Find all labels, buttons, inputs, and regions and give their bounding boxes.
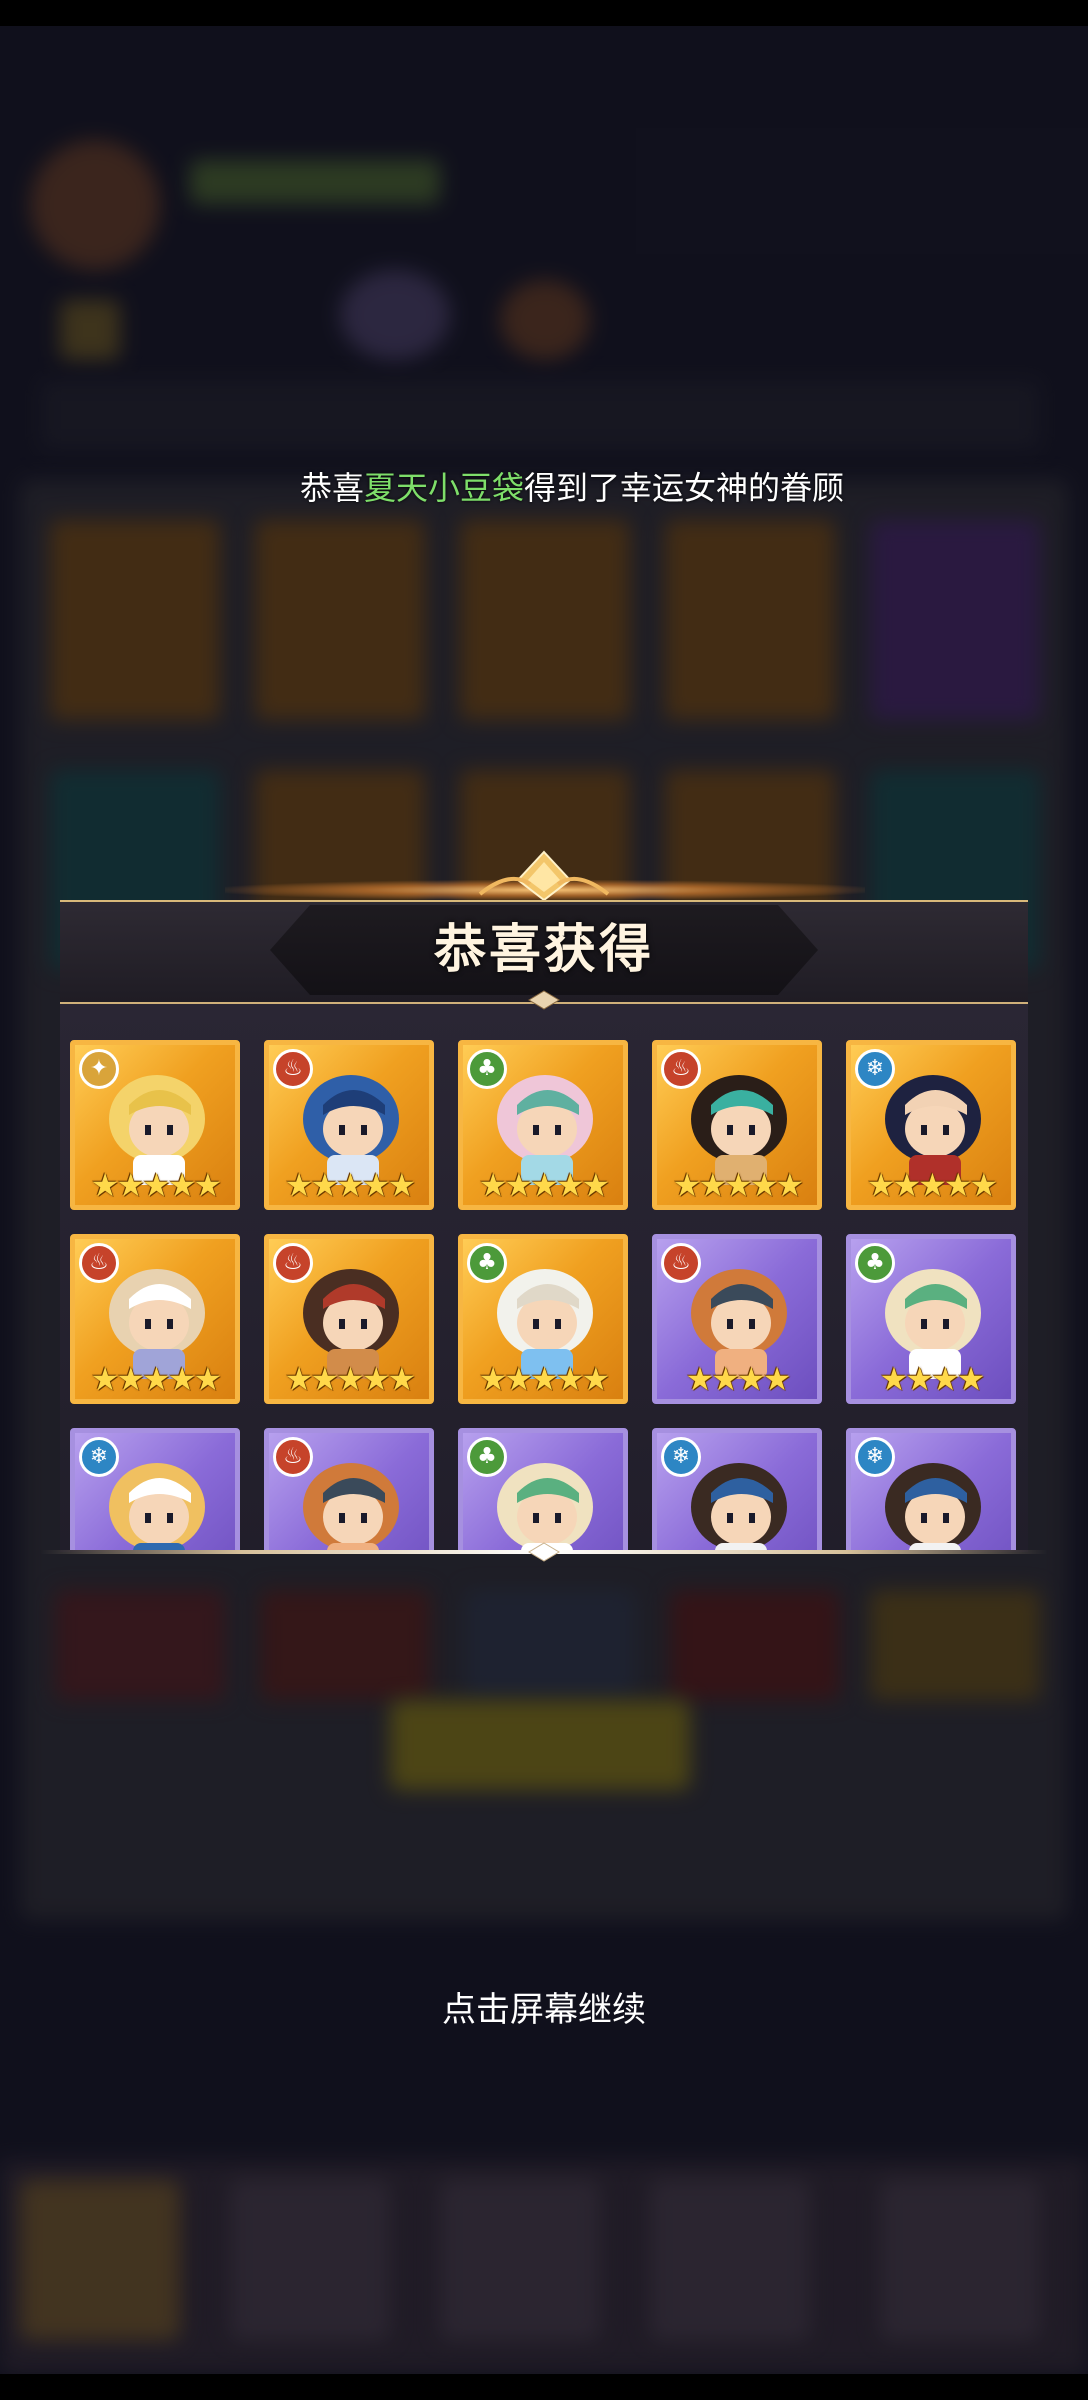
water-icon: ❄ (661, 1437, 701, 1477)
nature-icon: ♣ (467, 1243, 507, 1283)
nature-icon: ♣ (467, 1049, 507, 1089)
star-rating: ★★★★★ (284, 1360, 416, 1398)
banner-crown-ornament-icon (478, 850, 610, 902)
hero-card[interactable]: ♣ ★★★★ (846, 1234, 1016, 1404)
hero-card[interactable]: ♨ ★★★★ (652, 1234, 822, 1404)
water-icon: ❄ (79, 1437, 119, 1477)
star-rating: ★★★★ (685, 1360, 792, 1398)
fire-icon: ♨ (661, 1049, 701, 1089)
fire-icon: ♨ (273, 1243, 313, 1283)
hero-card[interactable]: ♣ (458, 1428, 628, 1550)
nature-icon: ♣ (855, 1243, 895, 1283)
star-rating: ★★★★★ (478, 1166, 610, 1204)
hero-card[interactable]: ♣ ★★★★★ (458, 1040, 628, 1210)
status-bar (0, 0, 1088, 26)
hero-card[interactable]: ❄ (652, 1428, 822, 1550)
star-rating: ★★★★★ (90, 1360, 222, 1398)
hero-card[interactable]: ♨ ★★★★★ (264, 1234, 434, 1404)
hero-card[interactable]: ♨ ★★★★★ (264, 1040, 434, 1210)
star-rating: ★★★★★ (866, 1166, 998, 1204)
water-icon: ❄ (855, 1049, 895, 1089)
reward-title: 恭喜获得 (433, 920, 654, 980)
star-rating: ★★★★★ (672, 1166, 804, 1204)
hero-card[interactable]: ♨ ★★★★★ (70, 1234, 240, 1404)
star-rating: ★★★★ (879, 1360, 986, 1398)
star-rating: ★★★★★ (478, 1360, 610, 1398)
water-icon: ❄ (855, 1437, 895, 1477)
hero-card[interactable]: ♨ (264, 1428, 434, 1550)
lucky-announcement-marquee: 恭喜夏天小豆袋得到了幸运女神的眷顾 (300, 458, 870, 518)
fire-icon: ♨ (79, 1243, 119, 1283)
announcement-suffix: 得到了幸运女神的眷顾 (524, 469, 845, 507)
hero-card[interactable]: ❄ (70, 1428, 240, 1550)
star-rating: ★★★★★ (90, 1166, 222, 1204)
hero-card[interactable]: ♣ ★★★★★ (458, 1234, 628, 1404)
hero-card[interactable]: ✦ ★★★★★ (70, 1040, 240, 1210)
banner-gem-icon (528, 990, 560, 1010)
fire-icon: ♨ (273, 1437, 313, 1477)
reward-grid: ✦ ★★★★★ ♨ ★★★★★ ♣ ★★★★★ ♨ ★★★★★ ❄ ★★★★★ ♨ ★★★★★ ♨ ★★★… (60, 1040, 1028, 1550)
light-icon: ✦ (79, 1049, 119, 1089)
announcement-player-name: 夏天小豆袋 (364, 469, 525, 507)
nature-icon: ♣ (467, 1437, 507, 1477)
summon-result-screen[interactable]: 恭喜夏天小豆袋得到了幸运女神的眷顾 恭喜获得 ✦ ★★★★★ ♨ ★★★★★ ♣ ★★★★… (0, 0, 1088, 2400)
star-rating: ★★★★★ (284, 1166, 416, 1204)
navigation-bar (0, 2374, 1088, 2400)
fire-icon: ♨ (273, 1049, 313, 1089)
tap-to-continue-hint[interactable]: 点击屏幕继续 (0, 1982, 1088, 2031)
hero-card[interactable]: ❄ ★★★★★ (846, 1040, 1016, 1210)
fire-icon: ♨ (661, 1243, 701, 1283)
divider-gem-icon (528, 1542, 560, 1562)
announcement-prefix: 恭喜 (300, 469, 365, 507)
hero-card[interactable]: ♨ ★★★★★ (652, 1040, 822, 1210)
hero-card[interactable]: ❄ (846, 1428, 1016, 1550)
